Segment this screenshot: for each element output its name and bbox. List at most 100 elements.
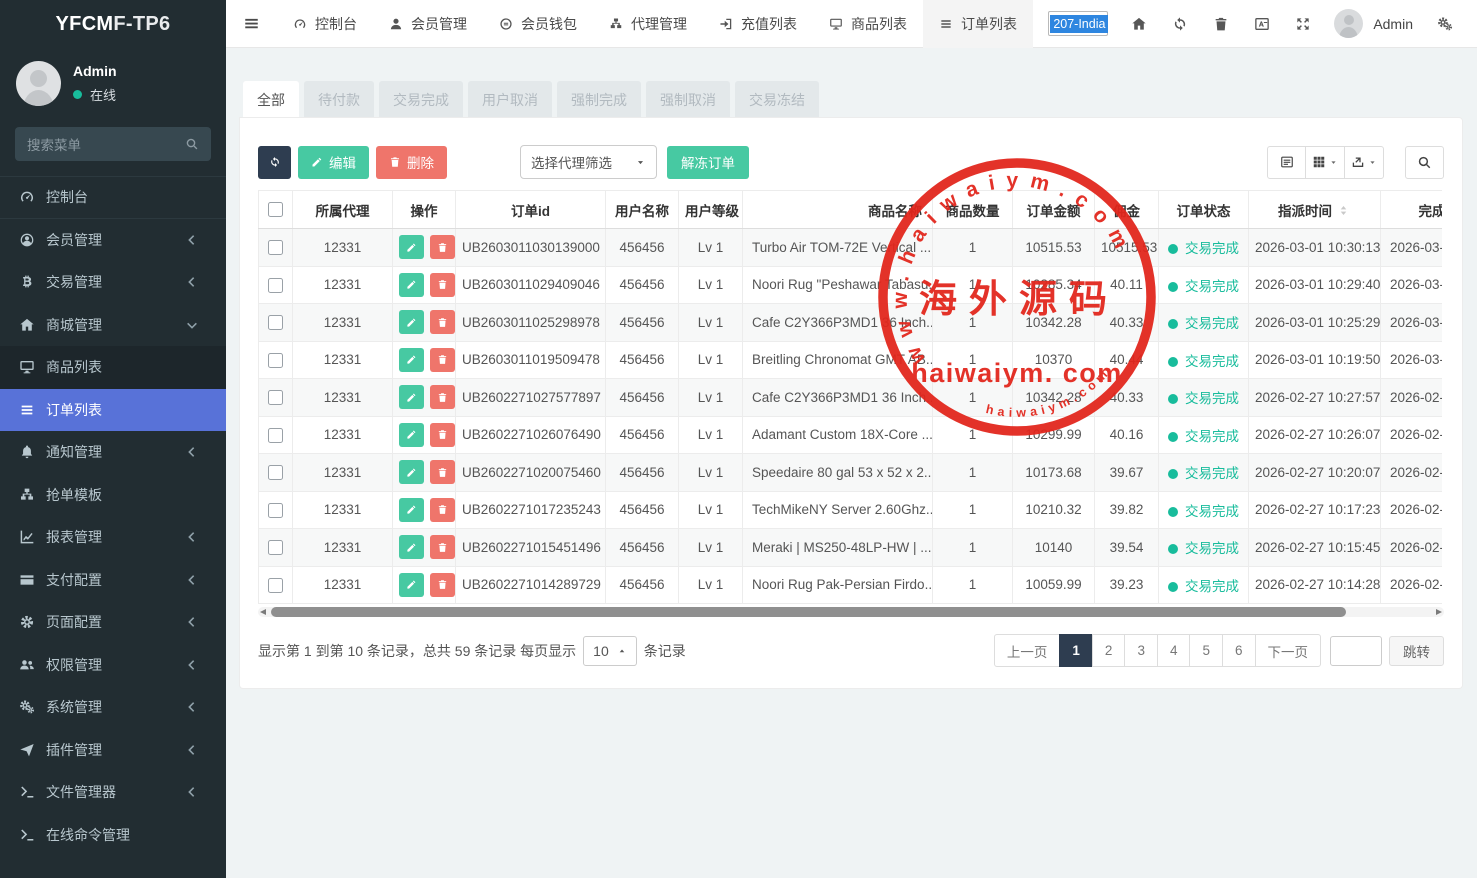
- row-checkbox[interactable]: [268, 465, 283, 480]
- delete-row-button[interactable]: [430, 348, 455, 372]
- home-button[interactable]: [1118, 0, 1159, 48]
- filter-tab-4[interactable]: 强制完成: [557, 81, 641, 118]
- refresh-table-button[interactable]: [258, 146, 291, 179]
- row-checkbox[interactable]: [268, 315, 283, 330]
- top-tab-1[interactable]: 会员管理: [373, 0, 483, 48]
- edit-row-button[interactable]: [399, 273, 424, 297]
- clear-cache-button[interactable]: [1200, 0, 1241, 48]
- top-tab-0[interactable]: 控制台: [277, 0, 373, 48]
- jump-button[interactable]: 跳转: [1389, 636, 1444, 666]
- fullscreen-button[interactable]: [1282, 0, 1323, 48]
- quick-search-input[interactable]: 207-India: [1048, 11, 1108, 36]
- scrollbar-thumb[interactable]: [271, 607, 1346, 617]
- sidebar-item-6[interactable]: 通知管理: [0, 431, 226, 474]
- page-button-1[interactable]: 1: [1059, 634, 1093, 667]
- sidebar-item-15[interactable]: 在线命令管理: [0, 814, 226, 857]
- sidebar-item-12[interactable]: 系统管理: [0, 686, 226, 729]
- scroll-right-arrow[interactable]: [1436, 609, 1442, 615]
- top-tab-6[interactable]: 订单列表: [923, 0, 1033, 48]
- delete-row-button[interactable]: [430, 385, 455, 409]
- sidebar-item-13[interactable]: 插件管理: [0, 729, 226, 772]
- delete-row-button[interactable]: [430, 310, 455, 334]
- edit-row-button[interactable]: [399, 310, 424, 334]
- jump-page-input[interactable]: [1330, 636, 1382, 666]
- filter-tab-0[interactable]: 全部: [243, 81, 299, 118]
- next-page-button[interactable]: 下一页: [1255, 634, 1322, 667]
- edit-button[interactable]: 编辑: [298, 146, 369, 179]
- row-checkbox[interactable]: [268, 540, 283, 555]
- row-checkbox[interactable]: [268, 278, 283, 293]
- cell-status: 交易完成: [1159, 529, 1249, 567]
- top-tab-5[interactable]: 商品列表: [813, 0, 923, 48]
- filter-tab-6[interactable]: 交易冻结: [735, 81, 819, 118]
- sidebar-item-2[interactable]: 交易管理: [0, 261, 226, 304]
- sidebar-item-4[interactable]: 商品列表: [0, 346, 226, 389]
- filter-tab-5[interactable]: 强制取消: [646, 81, 730, 118]
- column-header-10[interactable]: 指派时间: [1249, 191, 1381, 229]
- edit-row-button[interactable]: [399, 498, 424, 522]
- edit-row-button[interactable]: [399, 535, 424, 559]
- sidebar-item-3[interactable]: 商城管理: [0, 304, 226, 347]
- sidebar-item-8[interactable]: 报表管理: [0, 516, 226, 559]
- sidebar-item-5[interactable]: 订单列表: [0, 389, 226, 432]
- edit-row-button[interactable]: [399, 460, 424, 484]
- table-search-button[interactable]: [1405, 146, 1444, 179]
- delete-button[interactable]: 删除: [376, 146, 447, 179]
- top-tab-3[interactable]: 代理管理: [593, 0, 703, 48]
- search-icon[interactable]: [185, 137, 199, 151]
- export-button[interactable]: [1344, 146, 1384, 179]
- select-all-checkbox[interactable]: [268, 202, 283, 217]
- delete-row-button[interactable]: [430, 235, 455, 259]
- unfreeze-orders-button[interactable]: 解冻订单: [667, 146, 749, 179]
- sidebar-item-9[interactable]: 支付配置: [0, 559, 226, 602]
- agent-filter-select[interactable]: 选择代理筛选: [520, 145, 657, 179]
- row-checkbox[interactable]: [268, 390, 283, 405]
- sidebar-item-1[interactable]: 会员管理: [0, 219, 226, 262]
- settings-button[interactable]: [1424, 0, 1465, 48]
- delete-row-button[interactable]: [430, 573, 455, 597]
- top-tab-4[interactable]: 充值列表: [703, 0, 813, 48]
- sidebar-item-10[interactable]: 页面配置: [0, 601, 226, 644]
- sidebar-item-0[interactable]: 控制台: [0, 176, 226, 219]
- edit-row-button[interactable]: [399, 385, 424, 409]
- page-button-5[interactable]: 5: [1189, 634, 1223, 667]
- delete-row-button[interactable]: [430, 535, 455, 559]
- delete-row-button[interactable]: [430, 273, 455, 297]
- edit-row-button[interactable]: [399, 423, 424, 447]
- edit-row-button[interactable]: [399, 573, 424, 597]
- edit-row-button[interactable]: [399, 235, 424, 259]
- top-tab-2[interactable]: 会员钱包: [483, 0, 593, 48]
- filter-tab-1[interactable]: 待付款: [304, 81, 374, 118]
- page-button-6[interactable]: 6: [1222, 634, 1256, 667]
- row-checkbox[interactable]: [268, 353, 283, 368]
- page-button-4[interactable]: 4: [1157, 634, 1191, 667]
- row-checkbox[interactable]: [268, 503, 283, 518]
- row-checkbox[interactable]: [268, 428, 283, 443]
- cell-product: Cafe C2Y366P3MD1 36 Inch...: [743, 379, 933, 417]
- row-checkbox[interactable]: [268, 240, 283, 255]
- user-menu[interactable]: Admin: [1323, 9, 1424, 38]
- page-button-2[interactable]: 2: [1092, 634, 1126, 667]
- sidebar-item-7[interactable]: 抢单模板: [0, 474, 226, 517]
- row-checkbox[interactable]: [268, 578, 283, 593]
- refresh-button[interactable]: [1159, 0, 1200, 48]
- page-button-3[interactable]: 3: [1124, 634, 1158, 667]
- columns-button[interactable]: [1305, 146, 1345, 179]
- horizontal-scrollbar[interactable]: [258, 607, 1444, 617]
- detail-view-button[interactable]: [1267, 146, 1306, 179]
- prev-page-button[interactable]: 上一页: [994, 634, 1061, 667]
- delete-row-button[interactable]: [430, 498, 455, 522]
- delete-row-button[interactable]: [430, 460, 455, 484]
- sort-icon[interactable]: [1336, 203, 1351, 218]
- delete-row-button[interactable]: [430, 423, 455, 447]
- scroll-left-arrow[interactable]: [260, 609, 266, 615]
- edit-row-button[interactable]: [399, 348, 424, 372]
- language-button[interactable]: [1241, 0, 1282, 48]
- sidebar-search-input[interactable]: 搜索菜单: [15, 127, 211, 161]
- filter-tab-3[interactable]: 用户取消: [468, 81, 552, 118]
- sidebar-item-14[interactable]: 文件管理器: [0, 771, 226, 814]
- page-size-select[interactable]: 10: [583, 636, 637, 666]
- sidebar-toggle-button[interactable]: [226, 0, 277, 48]
- sidebar-item-11[interactable]: 权限管理: [0, 644, 226, 687]
- filter-tab-2[interactable]: 交易完成: [379, 81, 463, 118]
